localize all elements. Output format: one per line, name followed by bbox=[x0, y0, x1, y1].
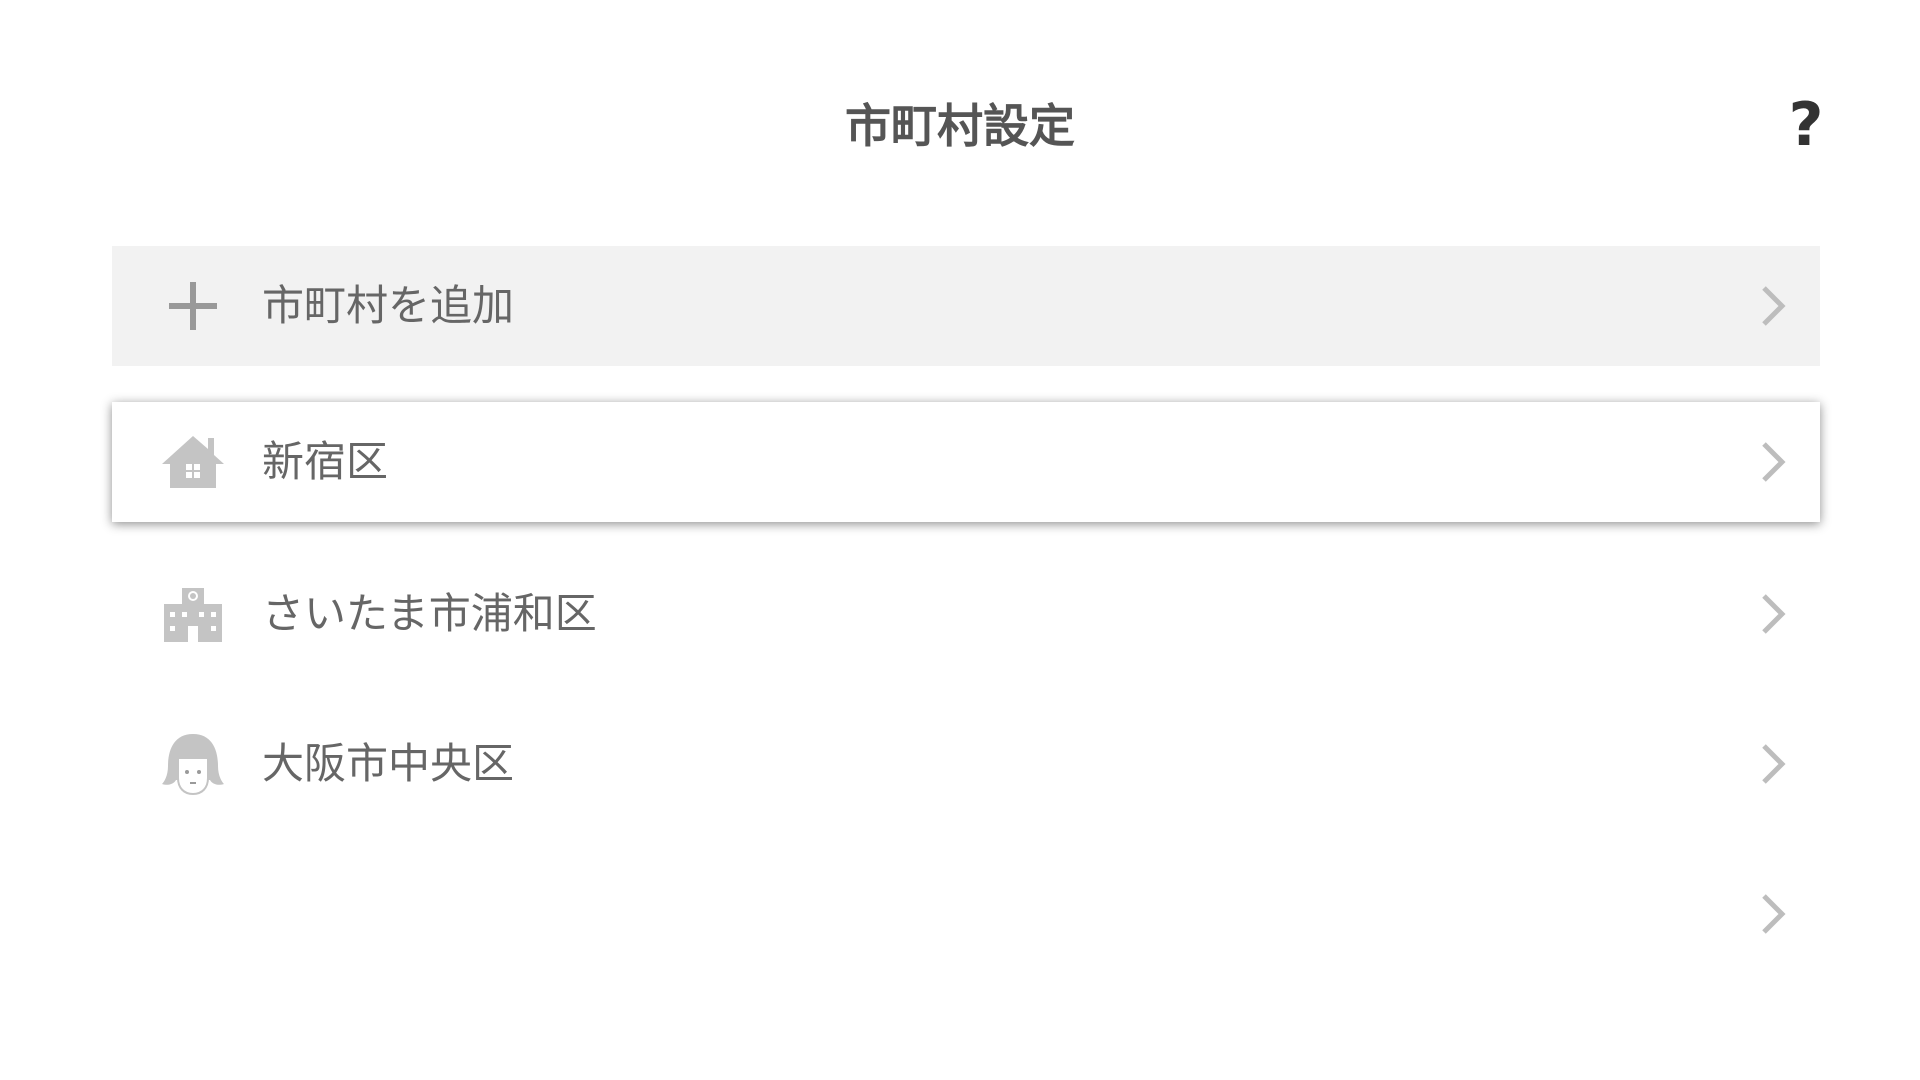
row-label: 新宿区 bbox=[262, 437, 389, 486]
row-label: さいたま市浦和区 bbox=[262, 589, 597, 638]
row-label: 大阪市中央区 bbox=[262, 739, 515, 788]
girl-face-icon bbox=[160, 732, 226, 796]
municipality-row-shinjuku[interactable]: 新宿区 bbox=[112, 402, 1820, 522]
municipality-row-empty[interactable] bbox=[112, 854, 1820, 974]
building-icon bbox=[160, 582, 226, 646]
municipality-row-osaka-chuo[interactable]: 大阪市中央区 bbox=[112, 704, 1820, 824]
chevron-right-icon bbox=[1758, 440, 1788, 484]
municipality-row-saitama-urawa[interactable]: さいたま市浦和区 bbox=[112, 554, 1820, 674]
house-icon bbox=[160, 430, 226, 494]
chevron-right-icon bbox=[1758, 892, 1788, 936]
plus-icon bbox=[160, 274, 226, 338]
chevron-right-icon bbox=[1758, 592, 1788, 636]
add-municipality-row[interactable]: 市町村を追加 bbox=[112, 246, 1820, 366]
page-title: 市町村設定 bbox=[845, 99, 1075, 153]
municipality-settings-screen: 市町村設定 ? 市町村を追加 新宿区 さいたま市浦和区 大阪市中央区 bbox=[0, 0, 1920, 1080]
chevron-right-icon bbox=[1758, 284, 1788, 328]
row-label: 市町村を追加 bbox=[262, 281, 515, 330]
chevron-right-icon bbox=[1758, 742, 1788, 786]
help-button[interactable]: ? bbox=[1776, 92, 1836, 158]
